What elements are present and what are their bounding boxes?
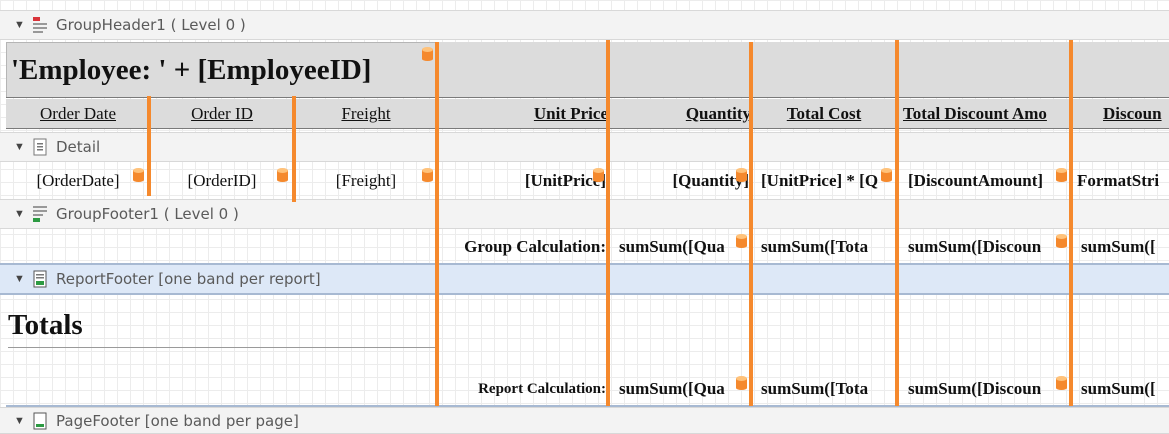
collapse-arrow-icon[interactable]: ▼	[14, 415, 25, 427]
column-resize-handle[interactable]	[435, 42, 439, 406]
group-sum-total[interactable]: sumSum([Tota	[754, 232, 895, 262]
band-group-header[interactable]: ▼ GroupHeader1 ( Level 0 )	[0, 10, 1169, 40]
totals-title[interactable]: Totals	[8, 304, 438, 348]
column-header-order-date[interactable]: Order Date	[6, 99, 150, 129]
collapse-arrow-icon[interactable]: ▼	[14, 273, 25, 285]
report-sum-discount-format[interactable]: sumSum([	[1074, 374, 1169, 404]
column-header-total-discount[interactable]: Total Discount Amo	[897, 99, 1071, 129]
database-field-icon	[422, 168, 433, 182]
database-field-icon	[1056, 168, 1067, 182]
column-header-order-id[interactable]: Order ID	[150, 99, 294, 129]
group-sum-discount[interactable]: sumSum([Discoun	[900, 232, 1069, 262]
database-field-icon	[1056, 376, 1067, 390]
divider	[6, 128, 1169, 129]
column-resize-handle[interactable]	[895, 40, 899, 406]
column-resize-handle[interactable]	[292, 96, 296, 202]
database-field-icon	[736, 168, 747, 182]
column-header-unit-price[interactable]: Unit Price	[438, 99, 608, 129]
database-field-icon	[593, 168, 604, 182]
employee-title-field[interactable]: 'Employee: ' + [EmployeeID]	[6, 42, 438, 98]
database-field-icon	[881, 168, 892, 182]
collapse-arrow-icon[interactable]: ▼	[14, 19, 25, 31]
field-order-id[interactable]: [OrderID]	[150, 166, 294, 196]
column-resize-handle[interactable]	[606, 40, 610, 406]
band-report-footer[interactable]: ▼ ReportFooter [one band per report]	[0, 263, 1169, 295]
field-order-date[interactable]: [OrderDate]	[6, 166, 150, 196]
column-resize-handle[interactable]	[1069, 40, 1073, 406]
column-header-quantity[interactable]: Quantity	[608, 99, 751, 129]
column-resize-handle[interactable]	[147, 96, 151, 196]
column-header-freight[interactable]: Freight	[294, 99, 438, 129]
page-footer-icon	[32, 412, 48, 430]
database-field-icon	[133, 168, 144, 182]
field-quantity[interactable]: [Quantity]	[608, 166, 750, 196]
group-calculation-label[interactable]: Group Calculation:	[438, 232, 608, 262]
band-label: PageFooter [one band per page]	[56, 411, 299, 430]
database-field-icon	[736, 234, 747, 248]
database-field-icon	[736, 376, 747, 390]
report-sum-total[interactable]: sumSum([Tota	[754, 374, 895, 404]
report-calculation-label[interactable]: Report Calculation:	[438, 374, 608, 404]
divider	[6, 97, 1169, 98]
database-field-icon	[1056, 234, 1067, 248]
title-row-fill	[438, 42, 1169, 98]
band-page-footer[interactable]: ▼ PageFooter [one band per page]	[0, 407, 1169, 434]
report-sum-discount[interactable]: sumSum([Discoun	[900, 374, 1069, 404]
detail-band-icon	[32, 138, 48, 156]
group-header-icon	[32, 16, 48, 34]
field-discount-amount[interactable]: [DiscountAmount]	[900, 166, 1069, 196]
band-label: ReportFooter [one band per report]	[56, 270, 321, 288]
field-unit-price[interactable]: [UnitPrice]	[438, 166, 606, 196]
group-footer-icon	[32, 205, 48, 223]
group-sum-discount-format[interactable]: sumSum([	[1074, 232, 1169, 262]
band-detail[interactable]: ▼ Detail	[0, 132, 1169, 162]
collapse-arrow-icon[interactable]: ▼	[14, 141, 25, 153]
field-freight[interactable]: [Freight]	[294, 166, 438, 196]
database-field-icon	[422, 47, 433, 61]
group-sum-quantity[interactable]: sumSum([Qua	[611, 232, 749, 262]
collapse-arrow-icon[interactable]: ▼	[14, 208, 25, 220]
band-label: GroupFooter1 ( Level 0 )	[56, 205, 239, 223]
field-total-cost[interactable]: [UnitPrice] * [Q	[754, 166, 895, 196]
column-resize-handle[interactable]	[749, 42, 753, 406]
band-group-footer[interactable]: ▼ GroupFooter1 ( Level 0 )	[0, 199, 1169, 229]
database-field-icon	[277, 168, 288, 182]
column-header-discount[interactable]: Discoun	[1071, 99, 1169, 129]
band-label: GroupHeader1 ( Level 0 )	[56, 16, 246, 34]
band-label: Detail	[56, 138, 101, 156]
field-discount-format[interactable]: FormatStri	[1074, 166, 1169, 196]
report-sum-quantity[interactable]: sumSum([Qua	[611, 374, 749, 404]
report-footer-icon	[32, 270, 48, 288]
column-header-total-cost[interactable]: Total Cost	[751, 99, 897, 129]
